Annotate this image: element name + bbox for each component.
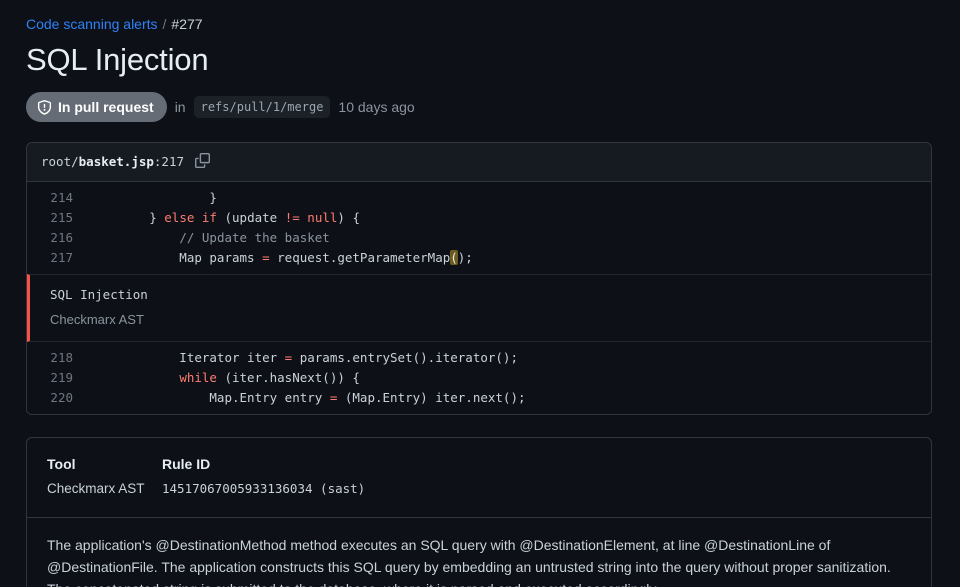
code-line-content: Iterator iter = params.entrySet().iterat…	[89, 350, 518, 365]
code-lines-before: 214 } 215 } else if (update != null) {216…	[27, 188, 931, 268]
code-snippet-header: root/basket.jsp:217	[27, 143, 931, 182]
shield-exclamation-icon	[37, 99, 52, 115]
tool-value: Checkmarx AST	[47, 481, 145, 496]
code-line-number: 215	[50, 210, 73, 225]
code-line-number: 217	[50, 250, 73, 265]
code-line-number: 218	[50, 350, 73, 365]
code-line-content: } else if (update != null) {	[149, 210, 360, 225]
breadcrumb: Code scanning alerts / #277	[26, 14, 932, 34]
status-timestamp: 10 days ago	[338, 99, 415, 115]
copy-path-button[interactable]	[194, 152, 211, 172]
breadcrumb-alert-number: #277	[171, 16, 203, 32]
alert-metadata-row: Tool Checkmarx AST Rule ID 1451706700593…	[27, 438, 931, 518]
code-line-content: }	[209, 190, 217, 205]
code-file-path: root/basket.jsp:217	[41, 153, 184, 171]
code-line-content: // Update the basket	[179, 230, 330, 245]
alert-detail-panel: Tool Checkmarx AST Rule ID 1451706700593…	[26, 437, 932, 587]
code-line: 216 // Update the basket	[27, 228, 931, 248]
code-line-number: 214	[50, 190, 73, 205]
code-lines-after: 218 Iterator iter = params.entrySet().it…	[27, 348, 931, 408]
inline-alert-annotation: SQL Injection Checkmarx AST	[27, 274, 931, 342]
code-path-file: basket.jsp	[78, 154, 154, 169]
annotation-title: SQL Injection	[50, 287, 148, 302]
status-in-label: in	[174, 99, 186, 115]
rule-id-label: Rule ID	[162, 456, 211, 472]
code-line-content: Map.Entry entry = (Map.Entry) iter.next(…	[89, 390, 526, 405]
code-path-line: :217	[153, 154, 185, 169]
status-row: In pull request in refs/pull/1/merge 10 …	[26, 92, 932, 122]
alert-page: Code scanning alerts / #277 SQL Injectio…	[0, 0, 960, 587]
tool-label: Tool	[47, 456, 76, 472]
metadata-rule-id: Rule ID 14517067005933136034 (sast)	[162, 454, 365, 499]
code-path-prefix: root/	[41, 154, 79, 169]
code-line-content: while (iter.hasNext()) {	[179, 370, 360, 385]
alert-description: The application's @DestinationMethod met…	[27, 518, 931, 587]
copy-icon	[195, 153, 211, 171]
page-title: SQL Injection	[26, 42, 209, 77]
status-badge: In pull request	[26, 92, 167, 122]
code-line-number: 220	[50, 390, 73, 405]
code-line: 214 }	[27, 188, 931, 208]
code-line: 218 Iterator iter = params.entrySet().it…	[27, 348, 931, 368]
breadcrumb-separator: /	[162, 16, 167, 32]
ref-badge[interactable]: refs/pull/1/merge	[193, 96, 331, 118]
code-line: 217 Map params = request.getParameterMap…	[27, 248, 931, 268]
code-line: 220 Map.Entry entry = (Map.Entry) iter.n…	[27, 388, 931, 408]
annotation-tool: Checkmarx AST	[50, 312, 144, 327]
code-line-number: 219	[50, 370, 73, 385]
code-line-content: Map params = request.getParameterMap();	[89, 250, 473, 265]
code-line: 215 } else if (update != null) {	[27, 208, 931, 228]
rule-id-value: 14517067005933136034 (sast)	[162, 481, 366, 496]
status-badge-label: In pull request	[58, 99, 154, 115]
code-line-number: 216	[50, 230, 73, 245]
metadata-tool: Tool Checkmarx AST	[47, 454, 162, 499]
code-snippet-panel: root/basket.jsp:217 214 } 215 } else if (…	[26, 142, 932, 415]
code-snippet-body: 214 } 215 } else if (update != null) {216…	[27, 182, 931, 414]
code-line: 219 while (iter.hasNext()) {	[27, 368, 931, 388]
breadcrumb-link-code-scanning-alerts[interactable]: Code scanning alerts	[26, 14, 158, 34]
